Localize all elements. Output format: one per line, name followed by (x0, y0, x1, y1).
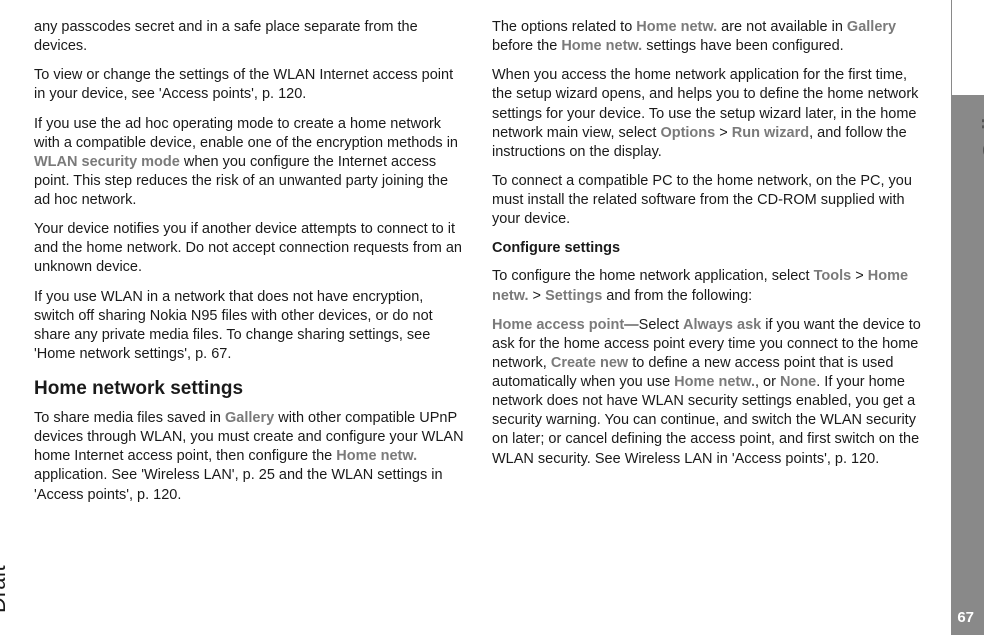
text: before the (492, 38, 561, 54)
paragraph: To share media files saved in Gallery wi… (34, 409, 466, 505)
run-wizard-label: Run wizard (732, 125, 809, 141)
page-body: any passcodes secret and in a safe place… (0, 0, 984, 533)
text: settings have been configured. (642, 38, 844, 54)
text: , or (755, 374, 780, 390)
right-column: The options related to Home netw. are no… (492, 18, 924, 515)
home-netw-label: Home netw. (561, 38, 642, 54)
configure-settings-heading: Configure settings (492, 239, 924, 258)
paragraph: Home access point—Select Always ask if y… (492, 316, 924, 469)
text: To configure the home network applicatio… (492, 268, 814, 284)
paragraph: The options related to Home netw. are no… (492, 18, 924, 56)
text: The options related to (492, 19, 636, 35)
left-column: any passcodes secret and in a safe place… (34, 18, 466, 515)
paragraph: To connect a compatible PC to the home n… (492, 172, 924, 229)
gallery-label: Gallery (847, 19, 896, 35)
paragraph: To view or change the settings of the WL… (34, 66, 466, 104)
paragraph: When you access the home network applica… (492, 66, 924, 162)
page-number: 67 (957, 609, 974, 626)
side-tab-fill (951, 95, 984, 635)
text: > (529, 288, 546, 304)
paragraph: Your device notifies you if another devi… (34, 220, 466, 277)
text: To share media files saved in (34, 410, 225, 426)
paragraph: To configure the home network applicatio… (492, 267, 924, 305)
home-netw-label: Home netw. (636, 19, 717, 35)
text: —Select (624, 317, 683, 333)
gallery-label: Gallery (225, 410, 274, 426)
draft-watermark: Draft (0, 565, 11, 613)
always-ask-label: Always ask (683, 317, 761, 333)
text: application. See 'Wireless LAN', p. 25 a… (34, 467, 443, 502)
section-heading: Home network settings (34, 376, 466, 401)
text: are not available in (717, 19, 847, 35)
text: If you use the ad hoc operating mode to … (34, 116, 458, 151)
wlan-security-mode-label: WLAN security mode (34, 154, 180, 170)
text: and from the following: (602, 288, 752, 304)
text: > (851, 268, 868, 284)
home-netw-label: Home netw. (674, 374, 755, 390)
create-new-label: Create new (551, 355, 628, 371)
paragraph: If you use the ad hoc operating mode to … (34, 115, 466, 211)
options-label: Options (660, 125, 715, 141)
none-label: None (780, 374, 816, 390)
side-tab-label: Gallery (979, 85, 984, 158)
paragraph: If you use WLAN in a network that does n… (34, 288, 466, 365)
home-access-point-label: Home access point (492, 317, 624, 333)
text: > (715, 125, 732, 141)
settings-label: Settings (545, 288, 602, 304)
home-netw-label: Home netw. (336, 448, 417, 464)
paragraph: any passcodes secret and in a safe place… (34, 18, 466, 56)
tools-label: Tools (814, 268, 852, 284)
